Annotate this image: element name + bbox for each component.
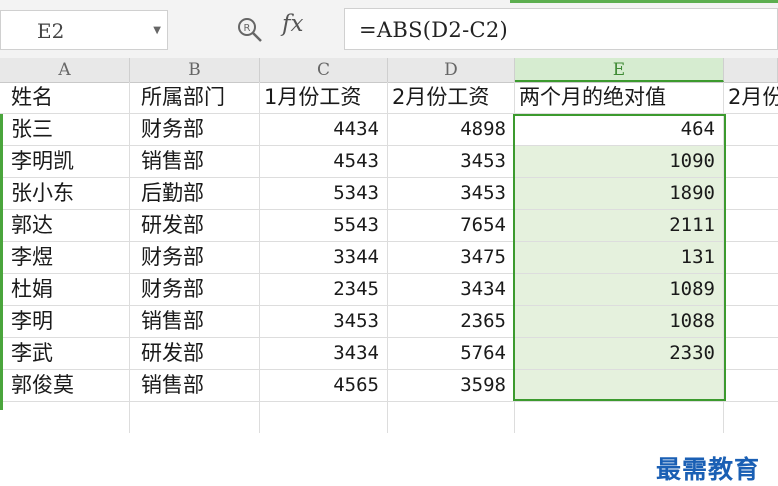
column-header-e[interactable]: E xyxy=(515,58,724,82)
header-cell-feb[interactable]: 2月份工资 xyxy=(388,82,515,113)
name-cell[interactable]: 张三 xyxy=(0,114,130,145)
table-row: 张小东 后勤部 5343 3453 1890 xyxy=(0,178,778,210)
header-cell-jan[interactable]: 1月份工资 xyxy=(260,82,388,113)
table-row: 李明凯 销售部 4543 3453 1090 xyxy=(0,146,778,178)
dropdown-arrow-icon[interactable]: ▼ xyxy=(153,25,161,36)
empty-cell[interactable] xyxy=(724,274,778,305)
feb-salary-cell[interactable]: 4898 xyxy=(388,114,515,145)
feb-salary-cell[interactable]: 2365 xyxy=(388,306,515,337)
formula-bar: E2 ▼ R fx =ABS(D2-C2) xyxy=(0,0,778,59)
name-cell[interactable]: 郭俊莫 xyxy=(0,370,130,401)
abs-value-cell[interactable]: 131 xyxy=(515,242,724,273)
empty-row xyxy=(0,402,778,434)
empty-cell[interactable] xyxy=(724,402,778,433)
header-cell-abs[interactable]: 两个月的绝对值 xyxy=(515,82,724,113)
column-header-row: A B C D E xyxy=(0,58,778,83)
department-cell[interactable]: 研发部 xyxy=(130,338,260,369)
column-header-a[interactable]: A xyxy=(0,58,130,82)
department-cell[interactable]: 财务部 xyxy=(130,242,260,273)
department-cell[interactable]: 研发部 xyxy=(130,210,260,241)
empty-cell[interactable] xyxy=(724,178,778,209)
jan-salary-cell[interactable]: 5343 xyxy=(260,178,388,209)
abs-value-cell[interactable]: 2111 xyxy=(515,210,724,241)
empty-cell[interactable] xyxy=(388,402,515,433)
jan-salary-cell[interactable]: 3344 xyxy=(260,242,388,273)
empty-cell[interactable] xyxy=(260,402,388,433)
table-row: 李武 研发部 3434 5764 2330 xyxy=(0,338,778,370)
abs-value-cell[interactable]: 1088 xyxy=(515,306,724,337)
formula-input[interactable]: =ABS(D2-C2) xyxy=(344,8,778,50)
abs-value-cell[interactable] xyxy=(515,370,724,401)
name-cell[interactable]: 杜娟 xyxy=(0,274,130,305)
department-cell[interactable]: 财务部 xyxy=(130,114,260,145)
table-row: 郭达 研发部 5543 7654 2111 xyxy=(0,210,778,242)
department-cell[interactable]: 销售部 xyxy=(130,306,260,337)
department-cell[interactable]: 后勤部 xyxy=(130,178,260,209)
empty-cell[interactable] xyxy=(724,210,778,241)
cell-reference: E2 xyxy=(37,19,65,43)
feb-salary-cell[interactable]: 3598 xyxy=(388,370,515,401)
jan-salary-cell[interactable]: 3453 xyxy=(260,306,388,337)
feb-salary-cell[interactable]: 7654 xyxy=(388,210,515,241)
spreadsheet-grid: 姓名 所属部门 1月份工资 2月份工资 两个月的绝对值 2月份 张三 财务部 443… xyxy=(0,82,778,486)
table-row: 杜娟 财务部 2345 3434 1089 xyxy=(0,274,778,306)
name-cell[interactable]: 张小东 xyxy=(0,178,130,209)
empty-cell[interactable] xyxy=(724,306,778,337)
tab-accent xyxy=(510,0,778,3)
header-row: 姓名 所属部门 1月份工资 2月份工资 两个月的绝对值 2月份 xyxy=(0,82,778,114)
name-box[interactable]: E2 ▼ xyxy=(0,10,168,50)
name-cell[interactable]: 李明 xyxy=(0,306,130,337)
row-selection-marker xyxy=(0,114,3,410)
empty-cell[interactable] xyxy=(724,338,778,369)
feb-salary-cell[interactable]: 3475 xyxy=(388,242,515,273)
abs-value-cell[interactable]: 1090 xyxy=(515,146,724,177)
watermark-logo: 最需教育 xyxy=(656,450,761,486)
zoom-icon[interactable]: R xyxy=(236,16,264,44)
abs-value-cell[interactable]: 1089 xyxy=(515,274,724,305)
svg-text:R: R xyxy=(244,23,251,34)
table-row: 郭俊莫 销售部 4565 3598 xyxy=(0,370,778,402)
column-header-b[interactable]: B xyxy=(130,58,260,82)
name-cell[interactable]: 李明凯 xyxy=(0,146,130,177)
abs-value-cell[interactable]: 1890 xyxy=(515,178,724,209)
jan-salary-cell[interactable]: 4434 xyxy=(260,114,388,145)
table-row: 李煜 财务部 3344 3475 131 xyxy=(0,242,778,274)
empty-cell[interactable] xyxy=(130,402,260,433)
jan-salary-cell[interactable]: 5543 xyxy=(260,210,388,241)
table-row: 李明 销售部 3453 2365 1088 xyxy=(0,306,778,338)
jan-salary-cell[interactable]: 3434 xyxy=(260,338,388,369)
department-cell[interactable]: 销售部 xyxy=(130,146,260,177)
formula-text: =ABS(D2-C2) xyxy=(359,18,508,42)
department-cell[interactable]: 销售部 xyxy=(130,370,260,401)
empty-cell[interactable] xyxy=(724,114,778,145)
feb-salary-cell[interactable]: 3453 xyxy=(388,146,515,177)
empty-cell[interactable] xyxy=(515,402,724,433)
feb-salary-cell[interactable]: 5764 xyxy=(388,338,515,369)
column-header-c[interactable]: C xyxy=(260,58,388,82)
column-header-d[interactable]: D xyxy=(388,58,515,82)
jan-salary-cell[interactable]: 2345 xyxy=(260,274,388,305)
jan-salary-cell[interactable]: 4543 xyxy=(260,146,388,177)
abs-value-cell[interactable]: 2330 xyxy=(515,338,724,369)
empty-cell[interactable] xyxy=(724,242,778,273)
table-row: 张三 财务部 4434 4898 464 xyxy=(0,114,778,146)
name-cell[interactable]: 李武 xyxy=(0,338,130,369)
column-header-f[interactable] xyxy=(724,58,778,82)
empty-cell[interactable] xyxy=(724,146,778,177)
header-cell-name[interactable]: 姓名 xyxy=(0,82,130,113)
feb-salary-cell[interactable]: 3453 xyxy=(388,178,515,209)
empty-cell[interactable] xyxy=(0,402,130,433)
name-cell[interactable]: 郭达 xyxy=(0,210,130,241)
fx-icon[interactable]: fx xyxy=(282,11,303,37)
department-cell[interactable]: 财务部 xyxy=(130,274,260,305)
jan-salary-cell[interactable]: 4565 xyxy=(260,370,388,401)
header-cell-feb-2[interactable]: 2月份 xyxy=(724,82,778,113)
feb-salary-cell[interactable]: 3434 xyxy=(388,274,515,305)
header-cell-dept[interactable]: 所属部门 xyxy=(130,82,260,113)
name-cell[interactable]: 李煜 xyxy=(0,242,130,273)
abs-value-cell[interactable]: 464 xyxy=(515,114,724,145)
empty-cell[interactable] xyxy=(724,370,778,401)
